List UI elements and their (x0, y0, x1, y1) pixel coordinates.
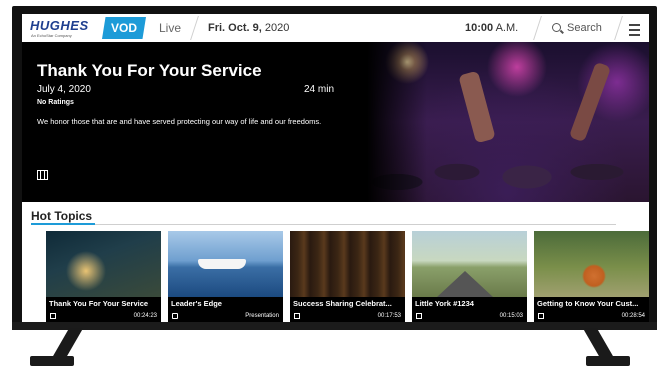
film-icon (538, 313, 544, 319)
brand-name: HUGHES (30, 18, 89, 33)
hero-description: We honor those that are and have served … (37, 117, 322, 126)
thumbnail-detail (437, 271, 493, 297)
hero-duration: 24 min (304, 84, 335, 95)
card-title: Getting to Know Your Cust... (537, 299, 639, 308)
thumbnail-detail (198, 259, 246, 269)
card-title: Little York #1234 (415, 299, 474, 308)
current-time: 10:00 A.M. (465, 17, 518, 39)
content-card[interactable]: Getting to Know Your Cust... 00:28:54 (534, 231, 649, 322)
search-button[interactable]: Search (552, 17, 602, 39)
card-duration: 00:17:53 (377, 313, 401, 319)
date-day: Fri. Oct. 9, (208, 22, 262, 34)
hero-rating: No Ratings (37, 99, 74, 106)
film-icon (50, 313, 56, 319)
hamburger-menu-icon[interactable] (629, 24, 640, 36)
top-bar: HUGHES An EchoStar Company VOD Live Fri.… (22, 14, 649, 43)
time-suffix: A.M. (495, 22, 519, 34)
content-card[interactable]: Success Sharing Celebrat... 00:17:53 (290, 231, 405, 322)
content-card[interactable]: Little York #1234 00:15:03 (412, 231, 527, 322)
section-underline (31, 223, 95, 225)
search-label: Search (567, 22, 602, 34)
card-thumbnail (290, 231, 405, 297)
card-thumbnail (46, 231, 161, 297)
tv-stand-foot-right (586, 356, 630, 366)
tv-stand-foot-left (30, 356, 74, 366)
content-card[interactable]: Thank You For Your Service 00:24:23 (46, 231, 161, 322)
divider (614, 16, 623, 40)
hero-banner[interactable]: Thank You For Your Service July 4, 2020 … (22, 42, 649, 202)
card-thumbnail (412, 231, 527, 297)
divider (533, 16, 542, 40)
time-value: 10:00 (465, 22, 494, 34)
film-icon (294, 313, 300, 319)
card-thumbnail (534, 231, 649, 297)
card-duration: 00:28:54 (621, 313, 645, 319)
hero-date: July 4, 2020 (37, 84, 91, 95)
film-icon (416, 313, 422, 319)
card-duration: 00:24:23 (133, 313, 157, 319)
tab-live[interactable]: Live (152, 17, 188, 39)
brand-subtitle: An EchoStar Company (31, 33, 72, 38)
card-type: Presentation (245, 313, 279, 319)
hero-title: Thank You For Your Service (37, 61, 262, 80)
hughes-logo: HUGHES An EchoStar Company (30, 18, 92, 38)
section-divider (31, 224, 616, 225)
date-year: 2020 (264, 22, 290, 34)
tv-screen: HUGHES An EchoStar Company VOD Live Fri.… (22, 14, 649, 322)
card-title: Thank You For Your Service (49, 299, 149, 308)
tab-vod[interactable]: VOD (102, 17, 146, 39)
current-date: Fri. Oct. 9, 2020 (208, 17, 289, 39)
film-icon (37, 170, 48, 180)
card-duration: 00:15:03 (499, 313, 523, 319)
section-title: Hot Topics (31, 209, 93, 223)
card-title: Leader's Edge (171, 299, 222, 308)
content-card[interactable]: Leader's Edge Presentation (168, 231, 283, 322)
card-thumbnail (168, 231, 283, 297)
search-icon (552, 23, 561, 32)
tv-bezel-bottom (12, 322, 657, 330)
card-title: Success Sharing Celebrat... (293, 299, 392, 308)
divider (190, 16, 199, 40)
presentation-icon (172, 313, 178, 319)
hero-image-fade (367, 42, 427, 202)
